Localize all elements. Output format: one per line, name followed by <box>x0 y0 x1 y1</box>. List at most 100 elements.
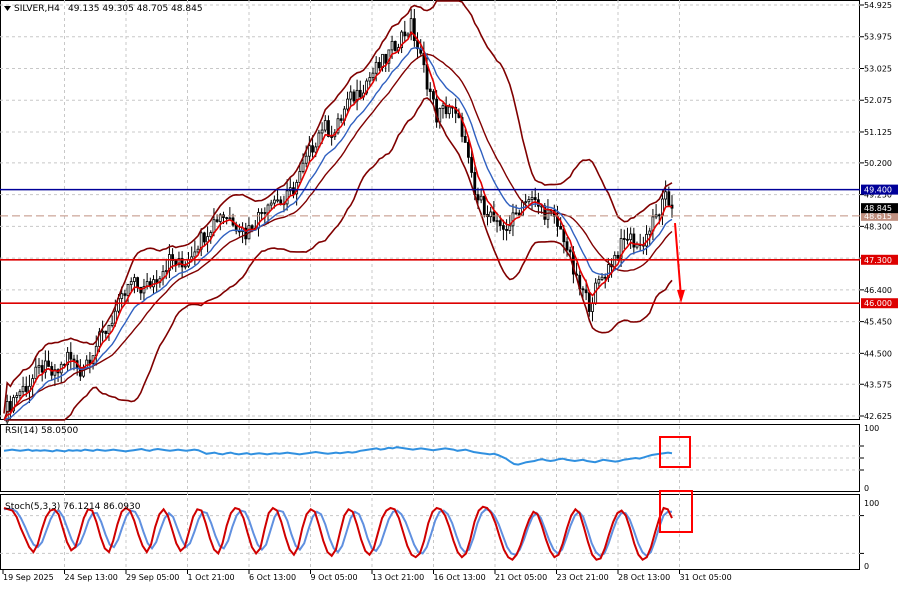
candle-body <box>212 219 216 233</box>
candle-body <box>304 155 308 164</box>
time-tick-label: 9 Oct 05:00 <box>311 573 358 582</box>
time-tick-label: 19 Sep 2025 <box>3 573 54 582</box>
candle-body <box>502 225 505 230</box>
candle-body <box>616 254 620 259</box>
time-tick-label: 13 Oct 21:00 <box>372 573 424 582</box>
candle <box>482 195 486 218</box>
candle-body <box>597 279 601 284</box>
candle-body <box>377 61 381 69</box>
candle-body <box>390 40 394 51</box>
candle-body <box>349 91 353 100</box>
candle-body <box>69 351 73 360</box>
candle-body <box>298 171 302 183</box>
candle-body <box>467 142 470 158</box>
candle-body <box>110 322 114 326</box>
time-tick-label: 28 Oct 13:00 <box>618 573 670 582</box>
candle-body <box>346 98 349 110</box>
price-tick-label: 54.925 <box>864 1 892 10</box>
candle-body <box>425 64 429 90</box>
price-tick-label: 45.450 <box>864 318 892 327</box>
price-tick-label: 42.625 <box>864 412 892 421</box>
candle-body <box>104 330 108 334</box>
time-tick-label: 21 Oct 05:00 <box>495 573 547 582</box>
candle-body <box>311 145 314 153</box>
stoch-label: Stoch(5,3,3) 76.1214 86.0930 <box>5 502 141 512</box>
candle-body <box>489 211 493 218</box>
candle-body <box>228 217 232 220</box>
candle-body <box>269 202 273 206</box>
candle <box>393 40 397 52</box>
candle-body <box>406 33 410 37</box>
candle-body <box>530 197 534 200</box>
price-tag-label: 48.845 <box>864 204 892 213</box>
candle-body <box>622 238 626 240</box>
candle-body <box>664 191 668 200</box>
price-tick-label: 53.025 <box>864 64 892 73</box>
candle-body <box>263 212 267 214</box>
candle-body <box>600 276 604 280</box>
price-tick-label: 53.975 <box>864 33 892 42</box>
candle-body <box>495 220 499 223</box>
candle-body <box>260 212 264 214</box>
time-tick-label: 29 Sep 05:00 <box>126 573 179 582</box>
candle-body <box>276 199 279 202</box>
candle-body <box>603 276 607 279</box>
candle-body <box>447 106 451 115</box>
candle-body <box>492 211 496 222</box>
price-tag-label: 46.000 <box>864 299 892 308</box>
rsi-axis-label: 100 <box>864 424 879 433</box>
candle-body <box>482 195 486 215</box>
candle-body <box>15 395 19 398</box>
candle-body <box>21 385 25 393</box>
candle-body <box>444 105 448 115</box>
candle-body <box>648 230 652 235</box>
candle-body <box>136 277 140 288</box>
candle-body <box>18 391 22 396</box>
time-tick-label: 31 Oct 05:00 <box>680 573 732 582</box>
candle-body <box>428 88 432 92</box>
candle-body <box>323 120 327 131</box>
candle-body <box>215 219 219 222</box>
candle-body <box>667 191 671 206</box>
time-tick-label: 24 Sep 13:00 <box>65 573 118 582</box>
candle-body <box>37 365 41 368</box>
candle-body <box>626 238 629 241</box>
price-tag-label: 49.400 <box>864 186 892 195</box>
candle-body <box>432 91 435 100</box>
trading-chart[interactable]: 54.92553.97553.02552.07551.12550.20049.2… <box>0 0 900 593</box>
candle-body <box>587 292 591 312</box>
candle-body <box>527 199 531 203</box>
chart-header: SILVER,H4 49.135 49.305 48.705 48.845 <box>4 4 203 14</box>
candle-body <box>584 289 588 294</box>
candle-body <box>371 72 375 78</box>
candle-body <box>591 303 594 312</box>
rsi-label: RSI(14) 58.0500 <box>5 426 78 436</box>
price-tick-label: 46.400 <box>864 286 892 295</box>
ohlc-values: 49.135 49.305 48.705 48.845 <box>68 4 203 14</box>
price-tick-label: 51.125 <box>864 128 892 137</box>
candle-body <box>301 162 305 172</box>
candle-body <box>524 201 528 204</box>
price-tick-label: 48.300 <box>864 222 892 231</box>
time-tick-label: 1 Oct 21:00 <box>188 573 235 582</box>
candle-body <box>34 366 38 379</box>
time-tick-label: 16 Oct 13:00 <box>434 573 486 582</box>
candle-body <box>358 89 362 98</box>
candle-body <box>40 365 44 373</box>
candle-body <box>129 281 133 285</box>
candle-body <box>565 241 569 251</box>
candle-body <box>101 330 105 333</box>
candle-body <box>107 325 111 334</box>
candle-body <box>657 214 661 217</box>
candle-body <box>384 53 388 64</box>
candle-body <box>339 118 343 121</box>
time-tick-label: 23 Oct 21:00 <box>557 573 609 582</box>
candle-body <box>320 129 324 134</box>
candle-body <box>307 145 311 157</box>
candle-body <box>533 197 537 201</box>
candle-body <box>193 251 197 258</box>
candle-body <box>581 288 585 291</box>
candle-body <box>479 195 483 201</box>
candle-body <box>8 401 12 412</box>
candle-body <box>327 120 330 137</box>
